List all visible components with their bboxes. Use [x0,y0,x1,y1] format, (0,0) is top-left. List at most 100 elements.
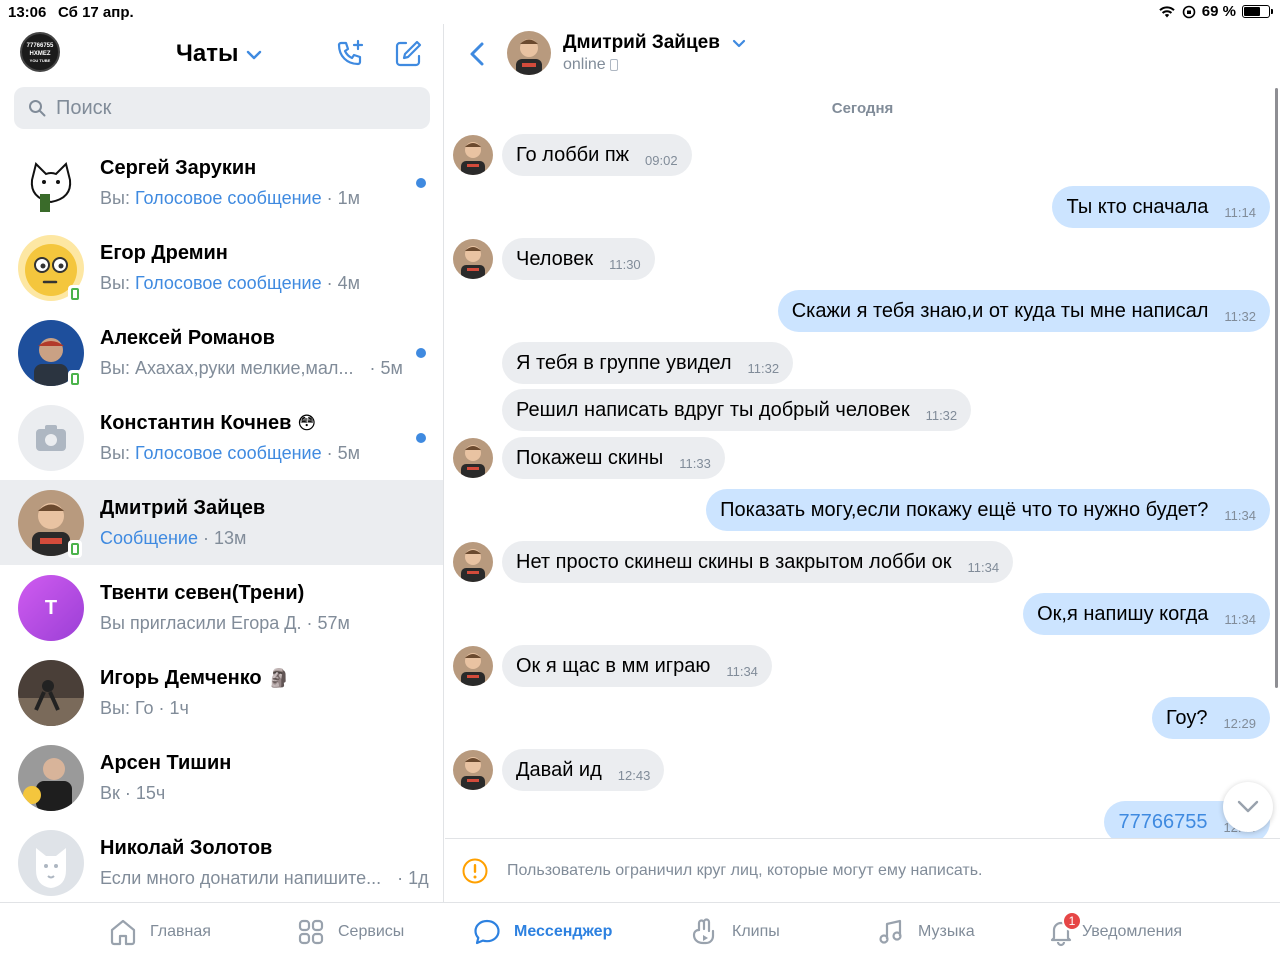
nav-messenger[interactable]: Мессенджер [472,903,612,960]
message-avatar[interactable] [453,135,493,175]
chat-name-text: Игорь Демченко [100,667,262,689]
orientation-lock-icon [1182,5,1196,18]
nav-label: Мессенджер [514,923,613,940]
incoming-message[interactable]: Нет просто скинеш скины в закрытом лобби… [502,541,1014,583]
incoming-message[interactable]: Покажеш скины 11:33 [502,437,725,479]
chat-name-text: Арсен Тишин [100,752,232,774]
scrollbar[interactable] [1275,88,1278,688]
profile-avatar[interactable]: 77766755 HXMEZ YOU TUBE [20,32,60,72]
chat-list-item[interactable]: Николай Золотов Если много донатили напиш… [0,820,443,902]
outgoing-message[interactable]: Скажи я тебя знаю,и от куда ты мне напис… [777,290,1270,332]
back-icon[interactable] [467,40,487,68]
unread-indicator [416,178,426,188]
outgoing-message[interactable]: Ты кто сначала 11:14 [1052,186,1270,228]
incoming-message[interactable]: Ок я щас в мм играю 11:34 [502,645,772,687]
chat-preview: Вы: Ахахах,руки мелкие,мал... · 5м [100,358,403,379]
message-avatar[interactable] [453,750,493,790]
message-avatar[interactable] [453,438,493,478]
chat-preview-plain: Ахахах,руки мелкие,мал... [134,358,354,378]
battery-fill [1244,7,1260,16]
chat-list-item[interactable]: Т Твенти севен(Трени) Вы пригласили Егора … [0,565,443,650]
incoming-message[interactable]: Я тебя в группе увидел 11:32 [502,342,794,384]
chat-avatar [18,150,84,216]
outgoing-message[interactable]: Гоу? 12:29 [1151,697,1270,739]
chat-time: · 5м [369,358,403,378]
chat-list-item[interactable]: Игорь Демченко 🗿 Вы: Го · 1ч [0,650,443,735]
chat-name-text: Константин Кочнев [100,412,292,434]
vk-app: 13:06 Сб 17 апр. 69 % 77766755 HXMEZ YOU… [0,0,1280,960]
chat-time: · 5м [326,443,360,463]
message-time: 11:34 [1224,611,1256,627]
chat-time: · 1д [397,868,429,888]
chat-preview: Вы пригласили Егора Д. · 57м [100,613,350,634]
incoming-message[interactable]: Давай ид 12:43 [502,749,665,791]
chat-list-item[interactable]: Алексей Романов Вы: Ахахах,руки мелкие,ма… [0,310,443,395]
compose-icon[interactable] [392,38,424,70]
music-icon [879,919,902,944]
chat-avatar [18,405,84,471]
search-input[interactable]: Поиск [14,87,430,129]
incoming-message[interactable]: Решил написать вдруг ты добрый человек 11… [502,389,972,431]
message-avatar[interactable] [453,542,493,582]
chat-preview: Вы: Голосовое сообщение · 5м [100,443,360,464]
message-time: 11:32 [747,360,780,376]
status-indicators: 69 % [1158,3,1273,20]
chat-list-item[interactable]: Арсен Тишин Вк · 15ч [0,735,443,820]
chat-preview: Вк · 15ч [100,783,165,804]
nav-home[interactable]: Главная [108,903,211,960]
add-call-icon[interactable] [334,38,366,70]
chat-avatar [18,830,84,896]
chats-title[interactable]: Чаты [176,40,238,68]
conversation-name[interactable]: Дмитрий Зайцев [563,32,720,54]
message-text: Го лобби пж [516,143,630,166]
message-time: 11:30 [609,256,641,272]
outgoing-message[interactable]: Ок,я напишу когда 11:34 [1023,593,1270,635]
conversation-header: Дмитрий Зайцев online [445,24,1280,84]
mobile-online-icon [68,285,82,303]
wifi-icon [1159,5,1175,17]
chevron-down-icon[interactable] [732,39,746,49]
chat-name-text: Сергей Зарукин [100,157,257,179]
message-time: 11:34 [967,559,1000,575]
nav-notifications[interactable]: 1 Уведомления [1046,903,1182,960]
outgoing-message[interactable]: Показать могу,если покажу ещё что то нуж… [706,489,1270,531]
message-history[interactable]: Сегодня Го лобби пж 09:02 Ты кто сначала 11… [445,84,1280,838]
nav-music[interactable]: Музыка [876,903,975,960]
nav-label: Клипы [732,923,780,940]
nav-label: Музыка [918,923,975,940]
message-avatar[interactable] [453,239,493,279]
nav-label: Главная [150,923,211,940]
chat-time: · 1ч [158,698,189,718]
chat-name: Николай Золотов [100,837,272,860]
message-avatar[interactable] [453,646,493,686]
date-separator: Сегодня [831,100,894,117]
message-text: Покажеш скины [516,446,664,469]
chat-list-item[interactable]: Сергей Зарукин Вы: Голосовое сообщение · 1… [0,140,443,225]
chat-avatar-letter: Т [44,596,58,619]
chat-list-item[interactable]: Дмитрий Зайцев Сообщение · 13м [0,480,443,565]
conversation-avatar[interactable] [507,31,551,75]
chat-name: Твенти севен(Трени) [100,582,304,605]
chat-name: Сергей Зарукин [100,157,256,180]
chat-preview-prefix: Вы: [100,273,135,293]
incoming-message[interactable]: Человек 11:30 [502,238,655,280]
scroll-down-button[interactable] [1223,782,1273,832]
chat-list-item[interactable]: Константин Кочнев 😳 Вы: Голосовое сообщени… [0,395,443,480]
chat-list-item[interactable]: Егор Дремин Вы: Голосовое сообщение · 4м [0,225,443,310]
message-text[interactable]: 77766755 [1118,811,1207,834]
chat-avatar [18,660,84,726]
nav-label: Сервисы [338,923,405,940]
message-text: Ок,я напишу когда [1037,602,1209,625]
nav-services[interactable]: Сервисы [296,903,404,960]
chat-preview-prefix: Вы: [100,358,135,378]
search-placeholder: Поиск [56,96,112,119]
chat-preview-plain: Го [134,698,154,718]
write-restriction-notice: Пользователь ограничил круг лиц, которые… [445,838,1280,902]
chat-name: Арсен Тишин [100,752,231,775]
nav-clips[interactable]: Клипы [690,903,780,960]
chevron-down-icon[interactable] [246,50,262,60]
status-bar: 13:06 Сб 17 апр. 69 % [0,0,1280,24]
mobile-icon [609,59,618,71]
incoming-message[interactable]: Го лобби пж 09:02 [502,134,692,176]
nav-label: Уведомления [1082,923,1183,940]
